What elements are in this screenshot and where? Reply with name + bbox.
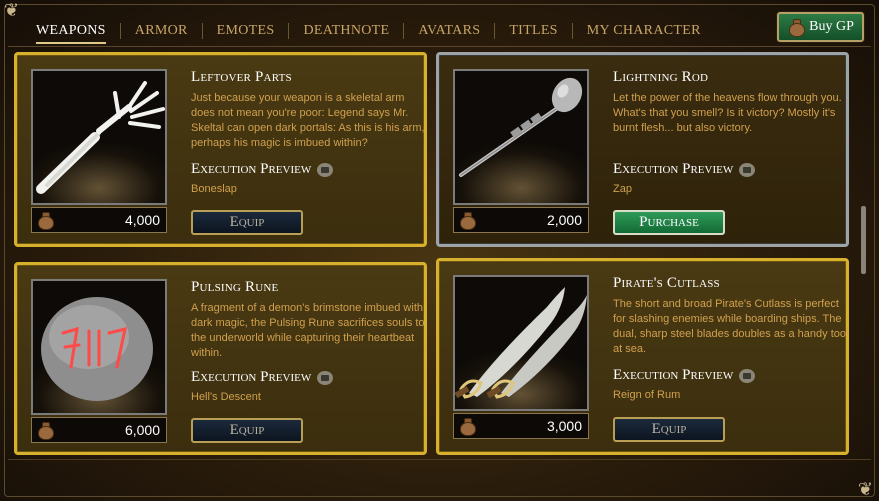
ornament-icon: ❦	[4, 0, 20, 21]
camera-icon	[739, 162, 756, 177]
item-price: 6,000	[124, 422, 160, 438]
money-bag-icon	[458, 211, 476, 230]
store-window: ❦ ❦ WEAPONS ARMOR EMOTES DEATHNOTE AVATA…	[0, 0, 879, 501]
tab-armor[interactable]: ARMOR	[121, 12, 202, 50]
price-bar: 3,000	[453, 413, 589, 439]
tab-avatars[interactable]: AVATARS	[404, 12, 494, 50]
buy-gp-label: Buy GP	[809, 19, 854, 34]
nav-divider	[8, 46, 871, 47]
item-title: Pirate's Cutlass	[613, 275, 720, 291]
item-image	[453, 69, 589, 205]
execution-name: Hell's Descent	[191, 391, 261, 403]
lightning-rod-icon	[459, 77, 583, 177]
tab-deathnote[interactable]: DEATHNOTE	[289, 12, 403, 50]
tab-emotes[interactable]: EMOTES	[203, 12, 289, 50]
item-price: 3,000	[546, 418, 582, 434]
money-bag-icon	[36, 211, 54, 230]
execution-preview-label: Execution Preview	[613, 161, 734, 177]
execution-preview-label: Execution Preview	[191, 161, 312, 177]
item-description: A fragment of a demon's brimstone imbued…	[191, 302, 425, 359]
item-description: The short and broad Pirate's Cutlass is …	[613, 298, 849, 355]
item-image	[31, 279, 167, 415]
price-bar: 2,000	[453, 207, 589, 233]
execution-preview-link[interactable]: Execution Preview	[191, 161, 334, 178]
scrollbar-thumb[interactable]	[861, 206, 866, 274]
equip-button[interactable]: Equip	[191, 418, 303, 443]
cutlass-icon	[455, 287, 587, 399]
item-card-lightning-rod: 2,000 Lightning Rod Let the power of the…	[436, 52, 849, 247]
item-image	[453, 275, 589, 411]
price-bar: 4,000	[31, 207, 167, 233]
buy-gp-button[interactable]: Buy GP	[777, 12, 864, 42]
camera-icon	[317, 162, 334, 177]
category-tabs: WEAPONS ARMOR EMOTES DEATHNOTE AVATARS T…	[22, 12, 715, 50]
bottom-divider	[8, 459, 871, 460]
item-price: 2,000	[546, 212, 582, 228]
item-title: Pulsing Rune	[191, 279, 279, 295]
rune-stone-icon	[41, 297, 153, 401]
tab-titles[interactable]: TITLES	[495, 12, 571, 50]
item-card-pulsing-rune: 6,000 Pulsing Rune A fragment of a demon…	[14, 262, 427, 455]
item-card-pirates-cutlass: 3,000 Pirate's Cutlass The short and bro…	[436, 258, 849, 455]
execution-name: Zap	[613, 183, 632, 195]
item-description: Just because your weapon is a skeletal a…	[191, 92, 425, 149]
item-description: Let the power of the heavens flow throug…	[613, 92, 842, 134]
equip-button[interactable]: Equip	[613, 417, 725, 442]
money-bag-icon	[787, 18, 806, 37]
item-title: Lightning Rod	[613, 69, 709, 85]
execution-preview-link[interactable]: Execution Preview	[613, 161, 756, 178]
camera-icon	[317, 370, 334, 385]
execution-preview-label: Execution Preview	[191, 369, 312, 385]
ornament-icon: ❦	[857, 479, 873, 500]
money-bag-icon	[458, 417, 476, 436]
execution-name: Boneslap	[191, 183, 237, 195]
item-price: 4,000	[124, 212, 160, 228]
skeletal-arm-icon	[36, 81, 165, 194]
tab-weapons[interactable]: WEAPONS	[22, 12, 120, 50]
item-title: Leftover Parts	[191, 69, 292, 85]
tab-my-character[interactable]: MY CHARACTER	[573, 12, 715, 50]
equip-button[interactable]: Equip	[191, 210, 303, 235]
execution-name: Reign of Rum	[613, 389, 681, 401]
execution-preview-link[interactable]: Execution Preview	[191, 369, 334, 386]
execution-preview-label: Execution Preview	[613, 367, 734, 383]
item-card-leftover-parts: 4,000 Leftover Parts Just because your w…	[14, 52, 427, 247]
execution-preview-link[interactable]: Execution Preview	[613, 367, 756, 384]
money-bag-icon	[36, 421, 54, 440]
camera-icon	[739, 368, 756, 383]
price-bar: 6,000	[31, 417, 167, 443]
item-image	[31, 69, 167, 205]
purchase-button[interactable]: Purchase	[613, 210, 725, 235]
